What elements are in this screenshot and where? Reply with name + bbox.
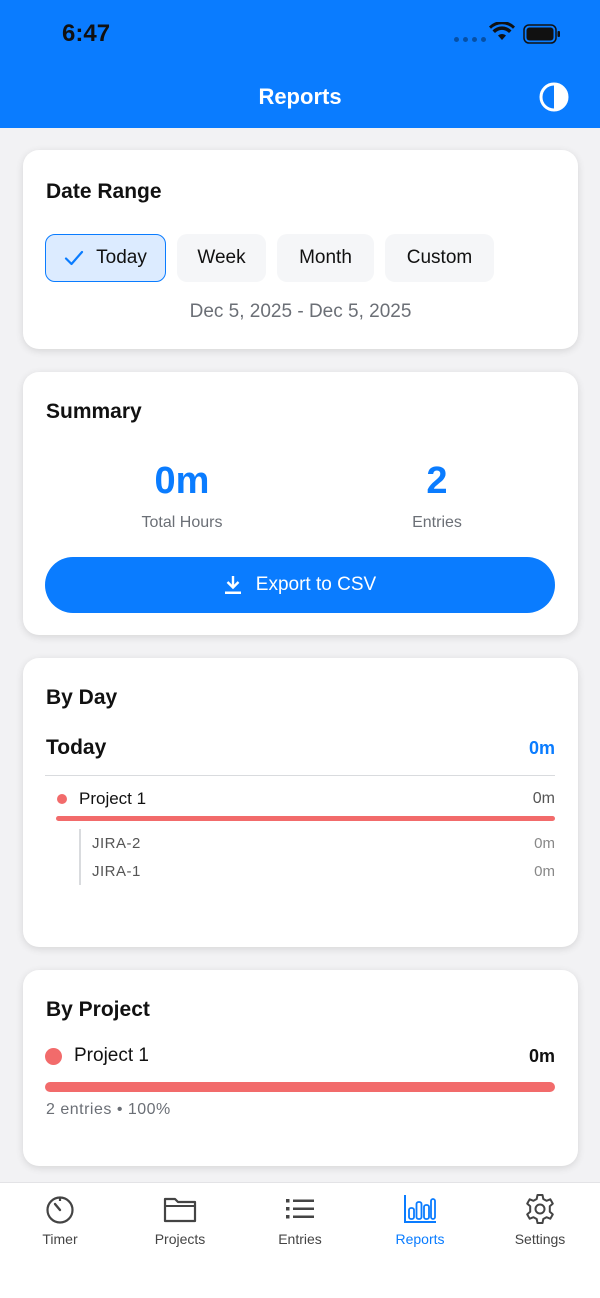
range-option-label: Week <box>197 247 246 268</box>
tab-label: Timer <box>42 1231 78 1247</box>
task-name: JIRA-2 <box>92 835 141 852</box>
entries-label: Entries <box>412 514 462 531</box>
task-tree-line <box>79 829 81 885</box>
project-share-bar <box>45 1082 555 1092</box>
tab-timer[interactable]: Timer <box>0 1193 120 1247</box>
by-day-card: By Day Today 0m Project 1 0m JIRA-2 0m J… <box>23 658 578 947</box>
tab-entries[interactable]: Entries <box>240 1193 360 1247</box>
gear-icon <box>526 1194 554 1224</box>
range-option-label: Custom <box>406 247 473 268</box>
task-time: 0m <box>534 863 555 880</box>
by-project-card: By Project Project 1 0m 2 entries • 100% <box>23 970 578 1166</box>
total-hours-value: 0m <box>154 460 210 502</box>
check-icon <box>65 250 84 266</box>
bar-chart-icon <box>404 1195 436 1223</box>
divider <box>45 775 555 776</box>
download-icon <box>224 576 241 594</box>
entries-value: 2 <box>426 460 448 502</box>
project-time: 0m <box>528 1046 555 1066</box>
status-time: 6:47 <box>62 20 111 47</box>
day-label: Today <box>46 736 107 759</box>
project-meta: 2 entries • 100% <box>46 1101 171 1118</box>
date-range-card: Date Range Today Week Month Custom Dec 5… <box>23 150 578 349</box>
range-option-label: Month <box>299 247 352 268</box>
summary-title: Summary <box>46 400 142 423</box>
day-project-time: 0m <box>532 790 555 807</box>
task-time: 0m <box>534 835 555 852</box>
cellular-signal-icon <box>454 37 486 42</box>
date-range-title: Date Range <box>46 180 162 203</box>
tab-reports[interactable]: Reports <box>360 1193 480 1247</box>
tab-label: Projects <box>154 1231 206 1247</box>
total-hours-label: Total Hours <box>141 514 223 531</box>
range-option-today[interactable]: Today <box>45 234 166 282</box>
range-option-custom[interactable]: Custom <box>385 234 494 282</box>
project-color-dot <box>57 794 67 804</box>
export-csv-label: Export to CSV <box>255 574 377 595</box>
battery-icon <box>523 24 560 44</box>
by-day-title: By Day <box>46 686 118 709</box>
project-name: Project 1 <box>74 1045 149 1066</box>
tab-label: Reports <box>395 1231 445 1247</box>
tab-label: Entries <box>278 1231 322 1247</box>
folder-icon <box>163 1197 197 1223</box>
range-option-week[interactable]: Week <box>177 234 266 282</box>
day-total: 0m <box>528 738 555 758</box>
day-project-name: Project 1 <box>79 789 147 808</box>
export-csv-button[interactable]: Export to CSV <box>45 557 555 613</box>
theme-toggle-icon[interactable] <box>538 81 570 113</box>
page-title: Reports <box>258 84 342 109</box>
tab-label: Settings <box>514 1231 566 1247</box>
range-option-label: Today <box>96 247 147 268</box>
tab-settings[interactable]: Settings <box>480 1193 600 1247</box>
by-project-title: By Project <box>46 998 150 1021</box>
day-project-bar <box>56 816 555 821</box>
top-bar: 6:47 Reports <box>0 0 600 128</box>
range-option-month[interactable]: Month <box>277 234 374 282</box>
wifi-icon <box>489 22 515 40</box>
list-icon <box>286 1199 314 1219</box>
task-name: JIRA-1 <box>92 863 141 880</box>
tab-projects[interactable]: Projects <box>120 1193 240 1247</box>
summary-card: Summary 0m Total Hours 2 Entries Export … <box>23 372 578 635</box>
date-range-text: Dec 5, 2025 - Dec 5, 2025 <box>189 301 412 322</box>
project-color-dot <box>45 1048 62 1065</box>
tab-bar: Timer Projects Entries Reports Settings <box>0 1182 600 1298</box>
timer-icon <box>46 1196 74 1224</box>
